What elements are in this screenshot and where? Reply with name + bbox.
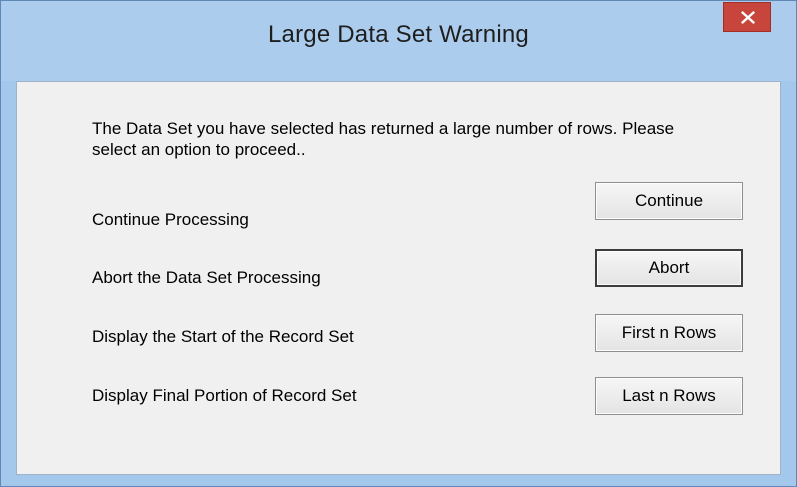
- first-n-rows-button[interactable]: First n Rows: [595, 314, 743, 352]
- dialog-window: Large Data Set Warning The Data Set you …: [0, 0, 797, 487]
- continue-processing-label: Continue Processing: [92, 210, 249, 229]
- display-start-label: Display the Start of the Record Set: [92, 327, 354, 346]
- abort-button[interactable]: Abort: [595, 249, 743, 287]
- dialog-body: The Data Set you have selected has retur…: [16, 81, 781, 475]
- title-bar[interactable]: Large Data Set Warning: [1, 1, 796, 81]
- close-icon: [741, 11, 755, 24]
- continue-button[interactable]: Continue: [595, 182, 743, 220]
- close-button[interactable]: [723, 2, 771, 32]
- window-title: Large Data Set Warning: [268, 21, 529, 48]
- abort-processing-label: Abort the Data Set Processing: [92, 268, 321, 287]
- warning-message: The Data Set you have selected has retur…: [92, 119, 675, 159]
- last-n-rows-button[interactable]: Last n Rows: [595, 377, 743, 415]
- display-final-label: Display Final Portion of Record Set: [92, 386, 357, 405]
